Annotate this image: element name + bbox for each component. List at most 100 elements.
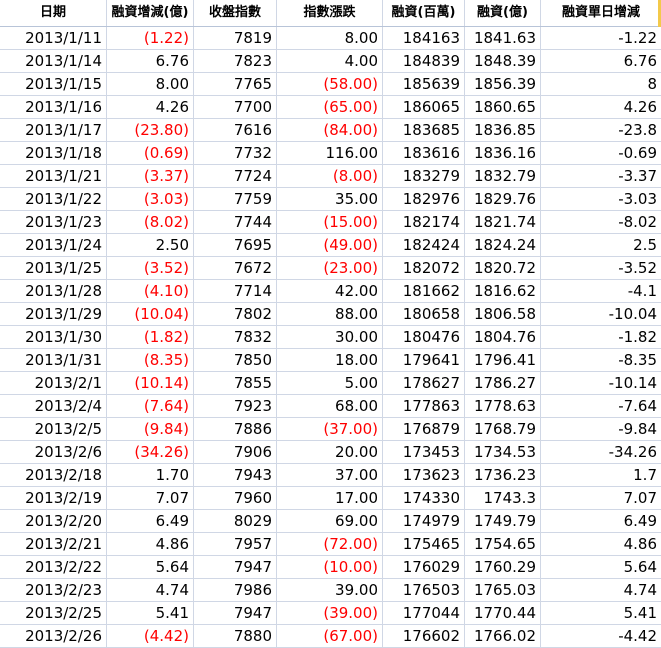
cell-margin-change[interactable]: (3.52) [107,257,194,279]
cell-close-index[interactable]: 7744 [194,211,277,233]
cell-date[interactable]: 2013/2/4 [0,395,107,417]
cell-date[interactable]: 2013/1/25 [0,257,107,279]
cell-margin-billion[interactable]: 1749.79 [465,510,541,532]
cell-margin-million[interactable]: 181662 [383,280,465,302]
cell-date[interactable]: 2013/2/25 [0,602,107,624]
cell-margin-million[interactable]: 183685 [383,119,465,141]
cell-margin-million[interactable]: 173453 [383,441,465,463]
cell-daily-change[interactable]: -1.82 [541,326,661,348]
cell-index-change[interactable]: 69.00 [277,510,383,532]
cell-index-change[interactable]: 5.00 [277,372,383,394]
cell-close-index[interactable]: 7759 [194,188,277,210]
cell-margin-change[interactable]: 5.64 [107,556,194,578]
cell-margin-billion[interactable]: 1754.65 [465,533,541,555]
cell-margin-million[interactable]: 182072 [383,257,465,279]
cell-daily-change[interactable]: -8.02 [541,211,661,233]
cell-daily-change[interactable]: -8.35 [541,349,661,371]
cell-close-index[interactable]: 7957 [194,533,277,555]
cell-date[interactable]: 2013/1/21 [0,165,107,187]
cell-index-change[interactable]: 68.00 [277,395,383,417]
cell-margin-billion[interactable]: 1760.29 [465,556,541,578]
cell-index-change[interactable]: 35.00 [277,188,383,210]
cell-close-index[interactable]: 7714 [194,280,277,302]
cell-index-change[interactable]: (8.00) [277,165,383,187]
cell-margin-billion[interactable]: 1836.16 [465,142,541,164]
cell-margin-billion[interactable]: 1824.24 [465,234,541,256]
cell-margin-million[interactable]: 174979 [383,510,465,532]
cell-margin-million[interactable]: 182424 [383,234,465,256]
cell-margin-million[interactable]: 176602 [383,625,465,647]
cell-index-change[interactable]: 42.00 [277,280,383,302]
cell-margin-million[interactable]: 178627 [383,372,465,394]
cell-daily-change[interactable]: 6.76 [541,50,661,72]
cell-daily-change[interactable]: 4.74 [541,579,661,601]
cell-margin-million[interactable]: 183616 [383,142,465,164]
cell-close-index[interactable]: 7616 [194,119,277,141]
cell-date[interactable]: 2013/1/11 [0,27,107,49]
cell-margin-million[interactable]: 176503 [383,579,465,601]
cell-date[interactable]: 2013/1/18 [0,142,107,164]
cell-margin-million[interactable]: 180658 [383,303,465,325]
cell-date[interactable]: 2013/1/15 [0,73,107,95]
cell-daily-change[interactable]: 6.49 [541,510,661,532]
cell-daily-change[interactable]: -7.64 [541,395,661,417]
cell-date[interactable]: 2013/2/22 [0,556,107,578]
cell-index-change[interactable]: (58.00) [277,73,383,95]
cell-margin-change[interactable]: 4.26 [107,96,194,118]
cell-margin-million[interactable]: 185639 [383,73,465,95]
cell-daily-change[interactable]: -3.37 [541,165,661,187]
cell-margin-billion[interactable]: 1768.79 [465,418,541,440]
cell-index-change[interactable]: 17.00 [277,487,383,509]
cell-margin-million[interactable]: 184839 [383,50,465,72]
cell-margin-million[interactable]: 176879 [383,418,465,440]
cell-close-index[interactable]: 7986 [194,579,277,601]
cell-daily-change[interactable]: -0.69 [541,142,661,164]
cell-date[interactable]: 2013/1/24 [0,234,107,256]
cell-index-change[interactable]: 39.00 [277,579,383,601]
cell-index-change[interactable]: 20.00 [277,441,383,463]
cell-index-change[interactable]: (15.00) [277,211,383,233]
cell-date[interactable]: 2013/1/22 [0,188,107,210]
cell-daily-change[interactable]: -4.42 [541,625,661,647]
header-index-change[interactable]: 指數漲跌 [277,0,383,26]
cell-daily-change[interactable]: -10.04 [541,303,661,325]
cell-margin-million[interactable]: 182976 [383,188,465,210]
cell-close-index[interactable]: 7700 [194,96,277,118]
cell-margin-billion[interactable]: 1743.3 [465,487,541,509]
cell-margin-change[interactable]: (0.69) [107,142,194,164]
cell-date[interactable]: 2013/2/5 [0,418,107,440]
cell-margin-million[interactable]: 180476 [383,326,465,348]
cell-daily-change[interactable]: -23.8 [541,119,661,141]
cell-daily-change[interactable]: 7.07 [541,487,661,509]
cell-index-change[interactable]: (37.00) [277,418,383,440]
cell-close-index[interactable]: 7886 [194,418,277,440]
cell-index-change[interactable]: (65.00) [277,96,383,118]
cell-margin-change[interactable]: 6.49 [107,510,194,532]
cell-close-index[interactable]: 7923 [194,395,277,417]
cell-daily-change[interactable]: -4.1 [541,280,661,302]
cell-margin-million[interactable]: 175465 [383,533,465,555]
cell-index-change[interactable]: (39.00) [277,602,383,624]
cell-margin-billion[interactable]: 1836.85 [465,119,541,141]
cell-close-index[interactable]: 7943 [194,464,277,486]
cell-index-change[interactable]: 8.00 [277,27,383,49]
cell-date[interactable]: 2013/2/6 [0,441,107,463]
cell-margin-million[interactable]: 177044 [383,602,465,624]
cell-margin-change[interactable]: 4.74 [107,579,194,601]
cell-index-change[interactable]: (84.00) [277,119,383,141]
cell-margin-change[interactable]: (7.64) [107,395,194,417]
cell-margin-million[interactable]: 184163 [383,27,465,49]
cell-close-index[interactable]: 7819 [194,27,277,49]
cell-margin-change[interactable]: 6.76 [107,50,194,72]
cell-date[interactable]: 2013/2/26 [0,625,107,647]
cell-close-index[interactable]: 7732 [194,142,277,164]
cell-date[interactable]: 2013/1/23 [0,211,107,233]
cell-daily-change[interactable]: 5.41 [541,602,661,624]
cell-close-index[interactable]: 7695 [194,234,277,256]
cell-date[interactable]: 2013/2/19 [0,487,107,509]
cell-close-index[interactable]: 7855 [194,372,277,394]
cell-index-change[interactable]: (23.00) [277,257,383,279]
cell-margin-million[interactable]: 186065 [383,96,465,118]
cell-margin-billion[interactable]: 1829.76 [465,188,541,210]
cell-close-index[interactable]: 7802 [194,303,277,325]
